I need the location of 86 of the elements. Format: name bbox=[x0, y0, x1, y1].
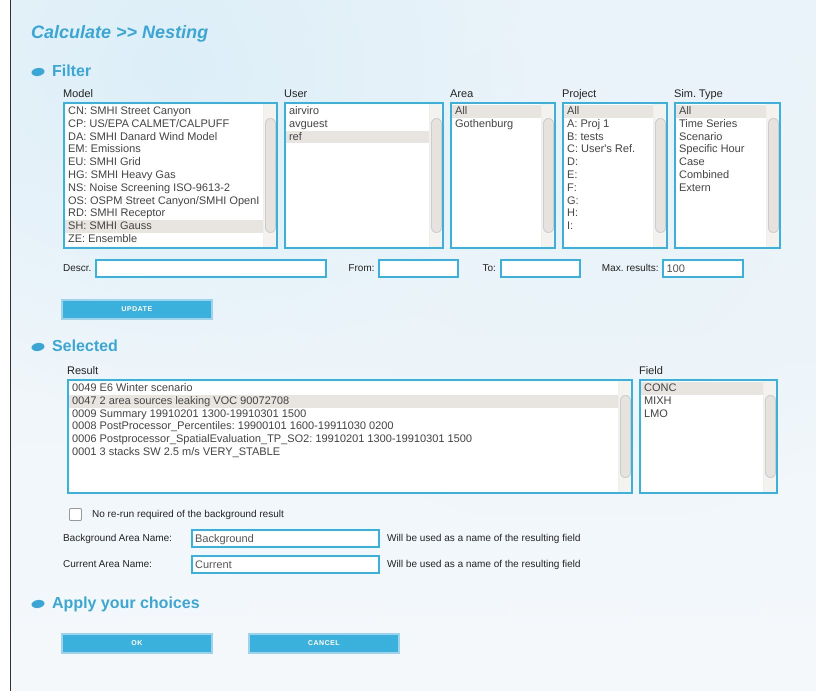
list-item[interactable]: 0008 PostProcessor_Percentiles: 19900101 1600-19911030 0200 bbox=[69, 420, 618, 434]
list-item[interactable]: All bbox=[452, 105, 541, 118]
list-box[interactable]: All Gothenburg bbox=[450, 102, 556, 249]
list-item[interactable]: ZE: Ensemble bbox=[65, 232, 263, 246]
list-item[interactable]: G: bbox=[564, 194, 653, 208]
field-label: Current Area Name: bbox=[63, 559, 153, 570]
input-field[interactable] bbox=[500, 259, 581, 278]
list-item[interactable]: DA: SMHI Danard Wind Model bbox=[65, 130, 263, 144]
section-heading: Filter bbox=[52, 63, 92, 81]
scrollbar[interactable] bbox=[763, 381, 776, 492]
list-item[interactable]: avguest bbox=[286, 118, 429, 131]
list-label: Area bbox=[450, 88, 474, 101]
list-box[interactable]: CONC MIXH LMO bbox=[639, 379, 778, 494]
list-label: Project bbox=[562, 88, 598, 101]
bullet-icon bbox=[31, 342, 45, 352]
section-heading: Selected bbox=[52, 338, 118, 356]
field-label: Descr. bbox=[63, 263, 92, 274]
field-label: Background Area Name: bbox=[63, 533, 173, 544]
list-item[interactable]: All bbox=[676, 105, 766, 118]
list-item[interactable]: F: bbox=[564, 182, 653, 195]
list-item[interactable]: RD: SMHI Receptor bbox=[65, 207, 263, 220]
list-item[interactable]: Scenario bbox=[676, 130, 766, 144]
list-box[interactable]: All A: Proj 1 B: tests C: User's Ref. D: E: F: G: H: I: bbox=[562, 102, 668, 249]
list-item[interactable]: Gothenburg bbox=[452, 118, 541, 131]
list-label: Sim. Type bbox=[674, 88, 724, 101]
input-field[interactable] bbox=[95, 259, 328, 278]
list-item[interactable]: B: tests bbox=[564, 130, 653, 144]
list-item[interactable]: D: bbox=[564, 156, 653, 169]
list-item[interactable]: Case bbox=[676, 156, 766, 169]
checkbox[interactable] bbox=[69, 508, 82, 521]
input-field[interactable] bbox=[378, 259, 460, 278]
list-item[interactable]: OS: OSPM Street Canyon/SMHI OpenI bbox=[65, 194, 263, 208]
field-note: Will be used as a name of the resulting field bbox=[387, 559, 580, 570]
list-item[interactable]: All bbox=[564, 105, 653, 118]
list-item[interactable]: 0006 Postprocessor_SpatialEvaluation_TP_SO2: 19910201 1300-19910301 1500 bbox=[69, 433, 618, 446]
list-item[interactable]: Time Series bbox=[676, 118, 766, 131]
page-title: Calculate >> Nesting bbox=[31, 22, 210, 44]
input-field[interactable]: Background bbox=[191, 529, 380, 548]
list-item[interactable]: 0001 3 stacks SW 2.5 m/s VERY_STABLE bbox=[69, 446, 618, 459]
list-item[interactable]: Combined bbox=[676, 168, 766, 182]
input-field[interactable]: Current bbox=[191, 555, 380, 574]
list-item[interactable]: Specific Hour bbox=[676, 143, 766, 156]
list-box[interactable]: All Time Series Scenario Specific Hour Case Combined Extern bbox=[674, 102, 781, 249]
field-note: Will be used as a name of the resulting field bbox=[387, 533, 580, 544]
scrollbar[interactable] bbox=[653, 104, 666, 247]
list-item[interactable]: EU: SMHI Grid bbox=[65, 156, 263, 169]
list-label: Field bbox=[639, 365, 664, 378]
list-item[interactable]: CONC bbox=[641, 382, 763, 395]
scrollbar[interactable] bbox=[618, 381, 631, 492]
list-item[interactable]: Extern bbox=[676, 182, 766, 195]
list-item[interactable]: SH: SMHI Gauss bbox=[65, 220, 263, 233]
list-item[interactable]: 0009 Summary 19910201 1300-19910301 1500 bbox=[69, 408, 618, 420]
list-box[interactable] bbox=[63, 102, 278, 249]
scrollbar[interactable] bbox=[263, 104, 276, 247]
field-label: From: bbox=[348, 263, 374, 274]
list-item[interactable]: MIXH bbox=[641, 394, 763, 408]
list-item[interactable]: A: Proj 1 bbox=[564, 118, 653, 131]
field-label: To: bbox=[482, 263, 496, 274]
list-item[interactable]: C: User's Ref. bbox=[564, 143, 653, 156]
list-item[interactable]: HG: SMHI Heavy Gas bbox=[65, 168, 263, 182]
list-item[interactable]: 0047 2 area sources leaking VOC 90072708 bbox=[69, 394, 618, 408]
list-label: Model bbox=[63, 88, 94, 101]
list-label: User bbox=[284, 88, 308, 101]
list-item[interactable]: EM: Emissions bbox=[65, 143, 263, 156]
section-heading: Apply your choices bbox=[52, 595, 200, 613]
list-item[interactable]: I: bbox=[564, 220, 653, 233]
input-field[interactable]: 100 bbox=[662, 259, 744, 278]
list-item[interactable]: CP: US/EPA CALMET/CALPUFF bbox=[65, 118, 263, 131]
scrollbar[interactable] bbox=[541, 104, 554, 247]
scrollbar[interactable] bbox=[429, 104, 442, 247]
field-label: Max. results: bbox=[602, 263, 658, 274]
list-item[interactable]: NS: Noise Screening ISO-9613-2 bbox=[65, 182, 263, 195]
list-box[interactable] bbox=[67, 379, 633, 494]
bullet-icon bbox=[31, 599, 45, 609]
list-item[interactable]: airviro bbox=[286, 105, 429, 118]
list-item[interactable]: H: bbox=[564, 207, 653, 220]
list-item[interactable]: CN: SMHI Street Canyon bbox=[65, 105, 263, 118]
list-item[interactable]: ref bbox=[286, 130, 429, 144]
list-item[interactable]: 0049 E6 Winter scenario bbox=[69, 382, 618, 395]
bullet-icon bbox=[31, 67, 45, 77]
list-item[interactable]: E: bbox=[564, 168, 653, 182]
list-item[interactable]: LMO bbox=[641, 408, 763, 420]
list-label: Result bbox=[67, 365, 100, 378]
list-box[interactable]: airviro avguest ref bbox=[284, 102, 444, 249]
scrollbar[interactable] bbox=[766, 104, 779, 247]
checkbox-label: No re-run required of the background result bbox=[92, 509, 284, 520]
